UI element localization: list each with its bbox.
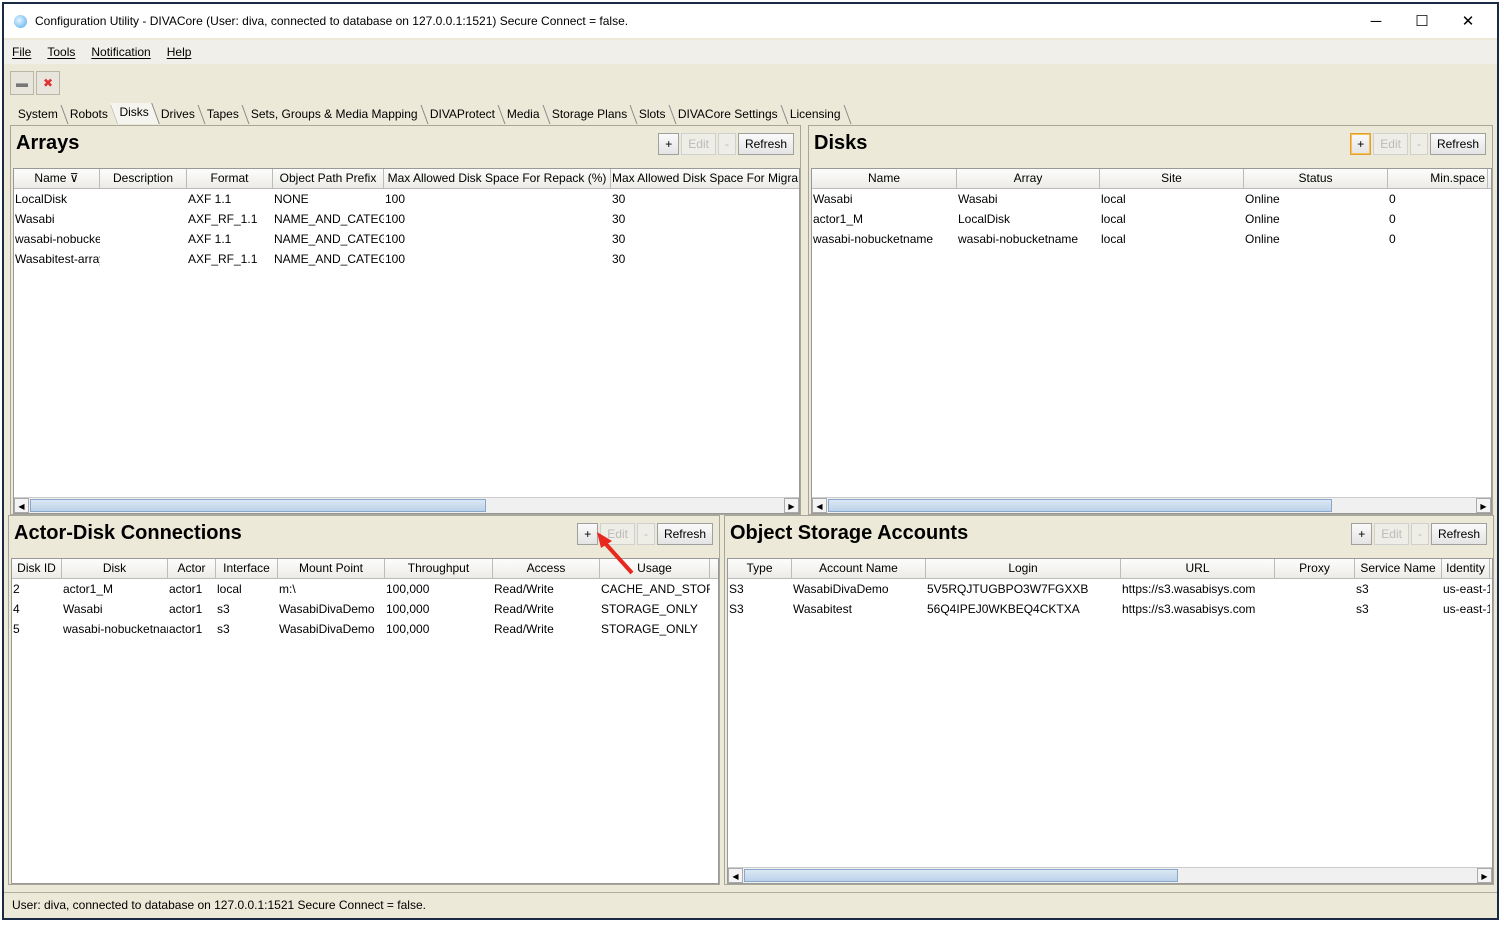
annotation-arrow [597,532,634,575]
arrow-shaft [602,540,634,575]
